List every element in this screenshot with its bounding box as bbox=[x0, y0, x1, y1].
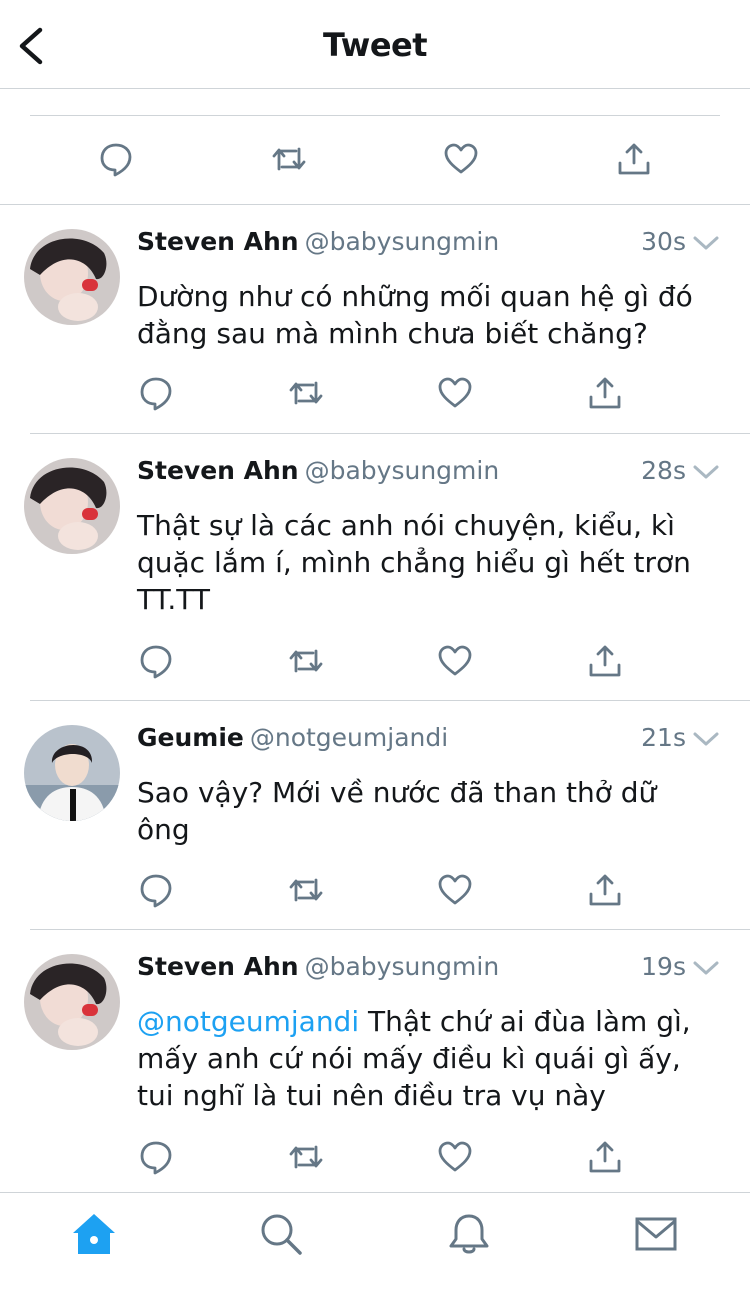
retweet-icon[interactable] bbox=[271, 141, 307, 177]
display-name[interactable]: Steven Ahn bbox=[137, 952, 299, 981]
tweet-text: Thật sự là các anh nói chuyện, kiểu, kì … bbox=[137, 507, 727, 618]
username[interactable]: @babysungmin bbox=[305, 227, 500, 256]
share-icon[interactable] bbox=[616, 141, 652, 177]
home-icon[interactable] bbox=[71, 1211, 117, 1257]
parent-tweet-actions bbox=[30, 115, 720, 205]
like-icon[interactable] bbox=[437, 375, 473, 411]
timestamp: 30s bbox=[641, 227, 686, 256]
like-icon[interactable] bbox=[443, 141, 479, 177]
display-name[interactable]: Geumie bbox=[137, 723, 244, 752]
reply-icon[interactable] bbox=[138, 872, 174, 908]
chevron-down-icon[interactable] bbox=[692, 956, 720, 980]
tweet-header: Steven Ahn @babysungmin 28s bbox=[137, 456, 720, 496]
retweet-icon[interactable] bbox=[288, 375, 324, 411]
reply-icon[interactable] bbox=[138, 1139, 174, 1175]
reply-icon[interactable] bbox=[138, 375, 174, 411]
chevron-down-icon[interactable] bbox=[692, 231, 720, 255]
tweet-text-line: mấy anh cứ nói mấy điều kì quái gì ấy, bbox=[137, 1042, 681, 1075]
tweet-text-line: ông bbox=[137, 813, 190, 846]
like-icon[interactable] bbox=[437, 1139, 473, 1175]
reply-icon[interactable] bbox=[98, 141, 134, 177]
avatar[interactable] bbox=[24, 725, 120, 821]
page-title: Tweet bbox=[322, 26, 428, 64]
share-icon[interactable] bbox=[587, 872, 623, 908]
tweet-text-line: TT.TT bbox=[137, 583, 211, 616]
share-icon[interactable] bbox=[587, 375, 623, 411]
tweet-text-line: Dường như có những mối quan hệ gì đó bbox=[137, 280, 693, 313]
tweet-text-line: @notgeumjandi Thật chứ ai đùa làm gì, bbox=[137, 1003, 727, 1040]
tweet-text-span: Thật chứ ai đùa làm gì, bbox=[359, 1005, 691, 1038]
bottom-tab-bar bbox=[0, 1192, 750, 1294]
retweet-icon[interactable] bbox=[288, 643, 324, 679]
username[interactable]: @babysungmin bbox=[305, 456, 500, 485]
avatar[interactable] bbox=[24, 229, 120, 325]
chevron-down-icon[interactable] bbox=[692, 460, 720, 484]
display-name[interactable]: Steven Ahn bbox=[137, 227, 299, 256]
messages-icon[interactable] bbox=[633, 1211, 679, 1257]
username[interactable]: @babysungmin bbox=[305, 952, 500, 981]
display-name[interactable]: Steven Ahn bbox=[137, 456, 299, 485]
mention-link[interactable]: @notgeumjandi bbox=[137, 1005, 359, 1038]
tweet-text-line: Thật sự là các anh nói chuyện, kiểu, kì bbox=[137, 509, 675, 542]
avatar[interactable] bbox=[24, 954, 120, 1050]
tweet-text-line: Sao vậy? Mới về nước đã than thở dữ bbox=[137, 776, 657, 809]
username[interactable]: @notgeumjandi bbox=[250, 723, 448, 752]
chevron-down-icon[interactable] bbox=[692, 727, 720, 751]
like-icon[interactable] bbox=[437, 643, 473, 679]
tweet-text-line: quặc lắm í, mình chẳng hiểu gì hết trơn bbox=[137, 546, 691, 579]
share-icon[interactable] bbox=[587, 1139, 623, 1175]
top-bar: Tweet bbox=[0, 0, 750, 89]
retweet-icon[interactable] bbox=[288, 1139, 324, 1175]
divider bbox=[30, 700, 750, 701]
divider bbox=[30, 433, 750, 434]
reply-icon[interactable] bbox=[138, 643, 174, 679]
timestamp: 28s bbox=[641, 456, 686, 485]
divider bbox=[30, 929, 750, 930]
tweet-header: Steven Ahn @babysungmin 19s bbox=[137, 952, 720, 992]
tweet-header: Geumie @notgeumjandi 21s bbox=[137, 723, 720, 763]
like-icon[interactable] bbox=[437, 872, 473, 908]
timestamp: 21s bbox=[641, 723, 686, 752]
divider bbox=[0, 204, 750, 205]
share-icon[interactable] bbox=[587, 643, 623, 679]
notifications-icon[interactable] bbox=[446, 1211, 492, 1257]
retweet-icon[interactable] bbox=[288, 872, 324, 908]
timestamp: 19s bbox=[641, 952, 686, 981]
avatar[interactable] bbox=[24, 458, 120, 554]
search-icon[interactable] bbox=[258, 1211, 304, 1257]
tweet-header: Steven Ahn @babysungmin 30s bbox=[137, 227, 720, 267]
tweet-text: Dường như có những mối quan hệ gì đó đằn… bbox=[137, 278, 727, 352]
tweet-text: @notgeumjandi Thật chứ ai đùa làm gì, mấ… bbox=[137, 1003, 727, 1114]
tweet-text: Sao vậy? Mới về nước đã than thở dữ ông bbox=[137, 774, 727, 848]
tweet-text-line: tui nghĩ là tui nên điều tra vụ này bbox=[137, 1079, 606, 1112]
tweet-text-line: đằng sau mà mình chưa biết chăng? bbox=[137, 317, 648, 350]
